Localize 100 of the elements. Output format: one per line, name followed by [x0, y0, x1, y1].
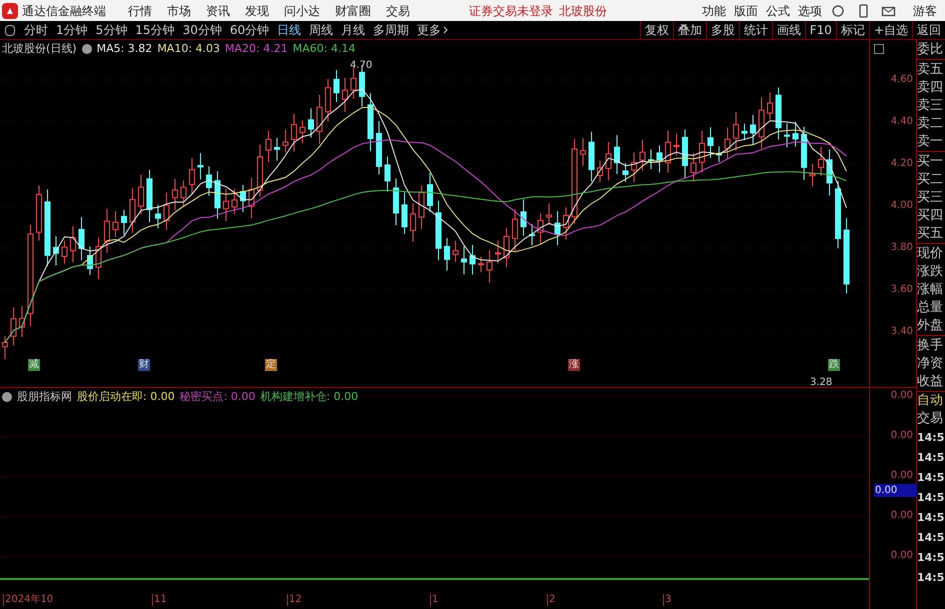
price-tick: 4.00 [890, 201, 913, 211]
price-tick: 3.80 [890, 243, 913, 253]
toolbar-button[interactable]: 标记 [836, 20, 869, 40]
signal-tag: 财 [138, 359, 150, 371]
quote-label: 买三 [917, 189, 944, 207]
period-tab[interactable]: 60分钟 [226, 21, 274, 39]
ma-value: MA20: 4.21 [225, 41, 288, 57]
trade-time: 14:5 [917, 490, 945, 506]
period-tab[interactable]: 月线 [337, 21, 370, 39]
panel-toggle-icon[interactable] [874, 44, 884, 54]
menu-item[interactable]: 选项 [794, 2, 826, 20]
chevron-right-icon [443, 26, 448, 34]
quote-label: 涨跌 [917, 263, 944, 281]
trade-time: 14:5 [917, 530, 945, 546]
quote-label: 买四 [917, 207, 944, 225]
cursor-value: 0.00 [874, 484, 917, 497]
user-name[interactable]: 游客 [913, 2, 937, 20]
period-tab[interactable]: 1分钟 [52, 21, 92, 39]
menu-item[interactable]: 功能 [698, 2, 730, 20]
signal-tag: 减 [28, 359, 40, 371]
trade-label[interactable]: 交易 [917, 410, 945, 428]
price-tick: 3.40 [890, 327, 913, 337]
quote-label: 委比 [917, 41, 944, 59]
indicator-tick: 0.00 [890, 391, 913, 401]
quote-label: 换手 [917, 337, 944, 355]
quote-label: 总量 [917, 299, 944, 317]
date-label: 1 [430, 594, 438, 606]
low-price-label: 3.28 [810, 378, 832, 388]
quote-label: 卖五 [917, 61, 944, 79]
menu-item[interactable]: 市场 [161, 2, 197, 20]
menu-item[interactable]: 财富圈 [329, 2, 377, 20]
indicator-tick: 0.00 [890, 431, 913, 441]
trade-time: 14:5 [917, 470, 945, 486]
stock-name: 北玻股份 [559, 2, 607, 20]
toolbar-button[interactable]: 画线 [772, 20, 805, 40]
period-tab[interactable]: 5分钟 [92, 21, 132, 39]
quote-label: 收益 [917, 373, 944, 391]
menu-item[interactable]: 交易 [380, 2, 416, 20]
signal-tag: 定 [265, 359, 277, 371]
toolbar-button[interactable]: +自选 [868, 20, 912, 40]
quote-label: 卖二 [917, 115, 944, 133]
menu-item[interactable]: 版面 [730, 2, 762, 20]
login-notice[interactable]: 证券交易未登录 [469, 2, 553, 20]
date-label: 3 [663, 594, 672, 606]
toolbar-button[interactable]: 复权 [640, 20, 673, 40]
trade-time: 14:5 [917, 570, 945, 586]
toolbar-button[interactable]: F10 [804, 20, 836, 40]
period-tab[interactable]: 更多 [413, 21, 452, 39]
period-tab[interactable]: 30分钟 [178, 21, 226, 39]
indicator-tick: 0.00 [890, 471, 913, 481]
quote-label: 买一 [917, 153, 944, 171]
indicator-tick: 0.00 [890, 511, 913, 521]
date-label: 2 [547, 594, 556, 606]
ma-value: MA60: 4.14 [292, 41, 356, 57]
signal-tag: 跌 [828, 359, 840, 371]
indicator-tick: 0.00 [890, 551, 913, 561]
quote-label: 涨幅 [917, 281, 944, 299]
toolbar-button[interactable]: 叠加 [672, 20, 706, 40]
quote-label: 买五 [917, 225, 944, 243]
quote-label: 卖四 [917, 79, 944, 97]
indicator-value: 股价启动在即: 0.00 [77, 389, 175, 405]
trade-time: 14:5 [917, 450, 945, 466]
dropdown-icon[interactable] [82, 44, 92, 54]
menu-item[interactable]: 资讯 [200, 2, 236, 20]
period-tab[interactable]: 多周期 [369, 21, 414, 39]
quote-label: 买二 [917, 171, 944, 189]
panel-toggle-icon[interactable] [5, 24, 15, 36]
trade-time: 14:5 [917, 510, 945, 526]
quote-label: 净资 [917, 355, 944, 373]
period-tab[interactable]: 分时 [20, 21, 52, 39]
price-tick: 3.60 [890, 285, 913, 295]
date-label: 11 [152, 594, 167, 606]
menu-item[interactable]: 行情 [122, 2, 158, 20]
quote-label: 卖三 [917, 97, 944, 115]
high-price-label: 4.70 [350, 59, 372, 73]
toolbar-button[interactable]: 返回 [912, 20, 945, 40]
quote-label: 外盘 [917, 317, 944, 335]
toolbar-button[interactable]: 统计 [738, 20, 772, 40]
period-tab[interactable]: 周线 [305, 21, 338, 39]
ma-value: MA10: 4.03 [157, 41, 220, 57]
ma-value: MA5: 3.82 [96, 41, 152, 57]
app-title: 通达信金融终端 [22, 2, 106, 20]
period-tab[interactable]: 15分钟 [131, 21, 179, 39]
price-tick: 4.60 [890, 75, 913, 85]
chart-title: 北玻股份(日线) [2, 41, 77, 57]
period-tab[interactable]: 日线 [273, 21, 306, 39]
menu-item[interactable]: 公式 [762, 2, 794, 20]
date-label: 12 [287, 594, 302, 606]
menu-item[interactable]: 问小达 [278, 2, 326, 20]
signal-tag: 涨 [568, 359, 580, 371]
indicator-title: 股朋指标网 [17, 389, 72, 405]
quote-label: 现价 [917, 245, 944, 263]
toolbar-button[interactable]: 多股 [706, 20, 739, 40]
menu-item[interactable]: 发现 [239, 2, 275, 20]
quote-label: 卖一 [917, 133, 944, 151]
indicator-value: 秘密买点: 0.00 [180, 389, 256, 405]
date-label: 2024年10 [3, 594, 54, 606]
auto-label[interactable]: 自动 [917, 392, 945, 410]
dropdown-icon[interactable] [2, 392, 12, 402]
trade-time: 14:5 [917, 430, 945, 446]
